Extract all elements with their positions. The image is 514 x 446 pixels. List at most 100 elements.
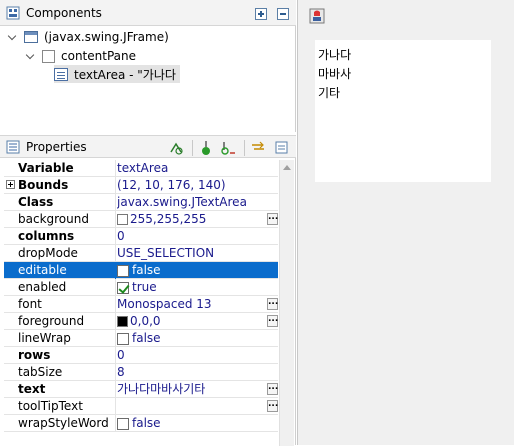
menu-icon[interactable] [274, 140, 290, 156]
property-value-text: 0,0,0 [130, 314, 161, 328]
editable-checkbox[interactable] [117, 264, 129, 277]
property-row-columns[interactable]: columns 0 [4, 228, 278, 245]
property-value[interactable]: false [117, 416, 265, 431]
frame-icon [24, 31, 38, 43]
property-row-tabsize[interactable]: tabSize 8 [4, 364, 278, 381]
properties-panel: Properties Variable textArea Bounds (12,… [0, 135, 296, 446]
collapse-all-button[interactable] [277, 8, 289, 20]
tree-item-contentpane[interactable]: contentPane [26, 47, 136, 65]
ellipsis-button[interactable]: ... [267, 298, 278, 310]
property-name: lineWrap [18, 331, 71, 345]
ellipsis-button[interactable]: ... [267, 213, 278, 225]
property-row-rows[interactable]: rows 0 [4, 347, 278, 364]
property-row-dropmode[interactable]: dropMode USE_SELECTION [4, 245, 278, 262]
expand-all-button[interactable] [255, 8, 267, 20]
property-value-text: true [132, 280, 157, 294]
property-value[interactable]: 255,255,255 [117, 212, 265, 227]
property-name: Bounds [18, 178, 69, 192]
property-value[interactable]: textArea [117, 161, 265, 176]
properties-header: Properties [0, 136, 296, 158]
property-value-text: false [132, 263, 161, 277]
property-row-variable[interactable]: Variable textArea [4, 160, 278, 177]
expand-icon[interactable] [6, 180, 15, 189]
property-row-tooltiptext[interactable]: toolTipText ... [4, 398, 278, 415]
property-value[interactable]: 8 [117, 365, 265, 380]
components-panel: Components (javax.swing.JFrame) contentP… [0, 0, 296, 132]
tree-item-jframe[interactable]: (javax.swing.JFrame) [8, 28, 169, 46]
property-name: wrapStyleWord [18, 416, 109, 430]
property-row-editable[interactable]: editable false [4, 262, 278, 279]
textarea-line: 기타 [318, 86, 341, 100]
property-value[interactable]: false [117, 331, 265, 346]
show-events-icon[interactable] [168, 140, 184, 156]
java-frame-icon[interactable] [309, 8, 325, 24]
color-swatch [117, 214, 128, 225]
properties-title: Properties [26, 140, 87, 154]
property-value[interactable]: USE_SELECTION [117, 246, 265, 261]
property-value[interactable]: 0 [117, 348, 265, 363]
components-header: Components [0, 0, 296, 26]
tree-item-label: textArea - "가나다 [74, 67, 176, 82]
property-name: enabled [18, 280, 67, 294]
property-row-foreground[interactable]: foreground 0,0,0 ... [4, 313, 278, 330]
design-canvas[interactable]: 가나다 마바사 기타 [297, 0, 514, 445]
goto-definition-icon[interactable] [198, 140, 214, 156]
property-value[interactable]: false [117, 263, 265, 278]
property-value-text: 255,255,255 [130, 212, 207, 226]
components-title: Components [26, 6, 102, 20]
panel-icon [42, 49, 55, 63]
tree-item-label: (javax.swing.JFrame) [44, 30, 169, 44]
property-row-enabled[interactable]: enabled true [4, 279, 278, 296]
scroll-up-icon[interactable] [283, 165, 291, 170]
property-value[interactable]: Monospaced 13 [117, 297, 265, 312]
property-row-font[interactable]: font Monospaced 13 ... [4, 296, 278, 313]
textarea-line: 마바사 [318, 67, 352, 81]
property-value[interactable]: 가나다마바사기타 [117, 382, 265, 397]
linewrap-checkbox[interactable] [117, 332, 129, 345]
property-value[interactable]: 0,0,0 [117, 314, 265, 329]
property-name: rows [18, 348, 51, 362]
property-value[interactable]: (12, 10, 176, 140) [117, 178, 265, 193]
property-name: text [18, 382, 46, 396]
property-value-text: false [132, 416, 161, 430]
property-name: columns [18, 229, 75, 243]
wrapstyleword-checkbox[interactable] [117, 417, 129, 430]
property-value[interactable]: true [117, 280, 265, 295]
color-swatch [117, 316, 128, 327]
enabled-checkbox[interactable] [117, 281, 129, 294]
ellipsis-button[interactable]: ... [267, 315, 278, 327]
property-name: tabSize [18, 365, 63, 379]
property-row-text[interactable]: text 가나다마바사기타 ... [4, 381, 278, 398]
property-value-text: false [132, 331, 161, 345]
property-name: foreground [18, 314, 85, 328]
convert-local-icon[interactable] [250, 140, 266, 156]
property-row-linewrap[interactable]: lineWrap false [4, 330, 278, 347]
property-name: background [18, 212, 89, 226]
ellipsis-button[interactable]: ... [267, 400, 278, 412]
property-value[interactable] [117, 399, 265, 414]
property-name: editable [18, 263, 67, 277]
property-row-bounds[interactable]: Bounds (12, 10, 176, 140) [4, 177, 278, 194]
property-row-class[interactable]: Class javax.swing.JTextArea [4, 194, 278, 211]
chevron-down-icon[interactable] [8, 32, 18, 42]
property-name: dropMode [18, 246, 78, 260]
chevron-down-icon[interactable] [26, 51, 36, 61]
properties-icon [6, 140, 20, 154]
design-textarea[interactable]: 가나다 마바사 기타 [315, 40, 491, 182]
textarea-line: 가나다 [318, 48, 352, 62]
tree-item-textarea[interactable]: textArea - "가나다 [54, 65, 180, 83]
property-name: Class [18, 195, 54, 209]
property-row-background[interactable]: background 255,255,255 ... [4, 211, 278, 228]
property-name: toolTipText [18, 399, 83, 413]
restore-default-icon[interactable] [220, 140, 236, 156]
tree-item-label: contentPane [61, 49, 136, 63]
ellipsis-button[interactable]: ... [267, 383, 278, 395]
property-name: Variable [18, 161, 74, 175]
property-name: font [18, 297, 42, 311]
property-value[interactable]: 0 [117, 229, 265, 244]
property-row-wrapstyleword[interactable]: wrapStyleWord false [4, 415, 278, 432]
components-icon [6, 6, 20, 20]
properties-scrollbar[interactable] [279, 160, 294, 446]
textarea-icon [54, 67, 68, 81]
property-value[interactable]: javax.swing.JTextArea [117, 195, 265, 210]
